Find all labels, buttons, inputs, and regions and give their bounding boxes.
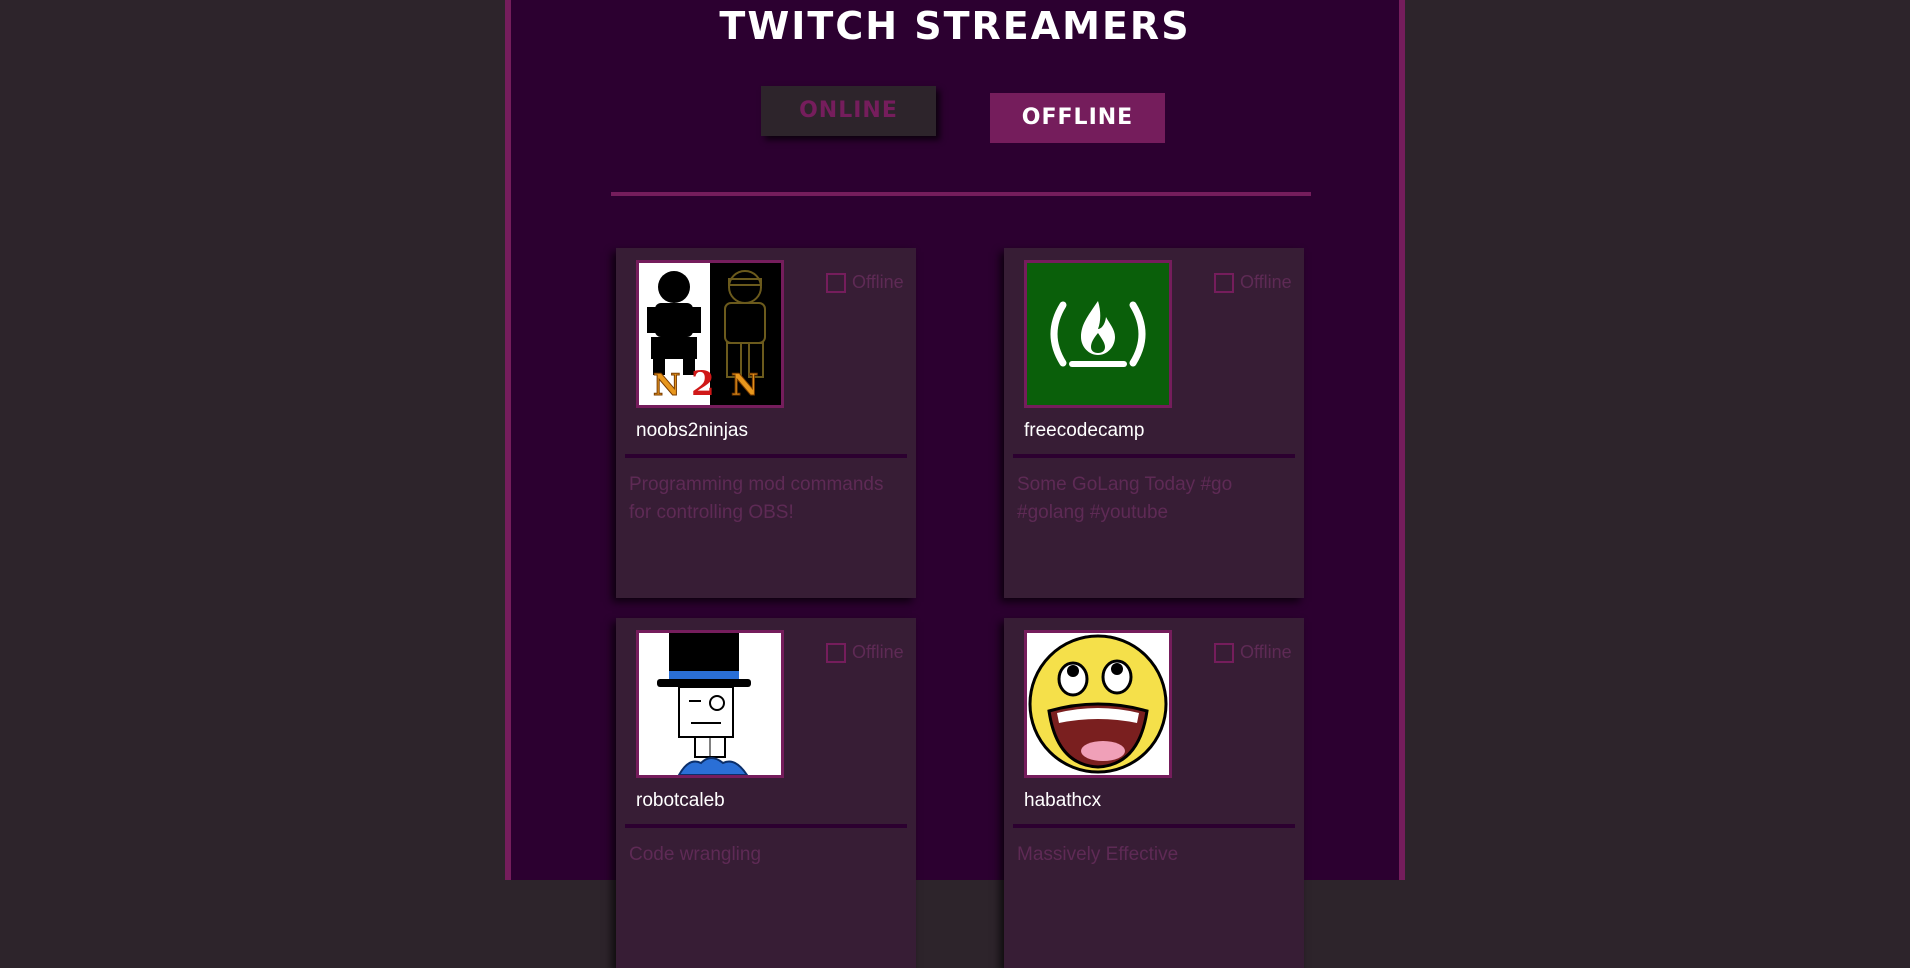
status-label: Offline (1240, 642, 1292, 662)
freecodecamp-logo-icon (1024, 260, 1172, 408)
card-divider (625, 454, 907, 458)
n2n-logo-icon: N 2 N (636, 260, 784, 408)
offline-filter-button[interactable]: OFFLINE (990, 93, 1165, 143)
status-indicator: Offline (826, 272, 904, 293)
svg-text:N: N (731, 368, 758, 403)
status-indicator: Offline (826, 642, 904, 663)
status-label: Offline (852, 272, 904, 292)
online-filter-button[interactable]: ONLINE (761, 86, 936, 136)
robot-top-hat-icon (636, 630, 784, 778)
svg-text:2: 2 (691, 364, 715, 404)
awesome-face-icon (1024, 630, 1172, 778)
streamer-card[interactable]: Offline robotcaleb Code wrangling (616, 618, 916, 968)
svg-text:N: N (653, 368, 680, 403)
stream-description: Some GoLang Today #go #golang #youtube (1017, 474, 1233, 523)
main-container: TWITCH STREAMERS ONLINE OFFLINE N 2 N Of… (505, 0, 1405, 968)
card-divider (625, 824, 907, 828)
status-indicator: Offline (1214, 642, 1292, 663)
status-checkbox[interactable] (1214, 272, 1234, 293)
streamer-name[interactable]: habathcx (1024, 790, 1101, 812)
page-title: TWITCH STREAMERS (719, 4, 1191, 48)
streamer-card[interactable]: Offline freecodecamp Some GoLang Today #… (1004, 248, 1304, 598)
streamer-name[interactable]: robotcaleb (636, 790, 725, 812)
status-checkbox[interactable] (1214, 642, 1234, 663)
status-label: Offline (1240, 272, 1292, 292)
status-label: Offline (852, 642, 904, 662)
stream-description: Massively Effective (1017, 844, 1179, 865)
streamer-name[interactable]: freecodecamp (1024, 420, 1144, 442)
card-divider (1013, 454, 1295, 458)
status-checkbox[interactable] (826, 272, 846, 293)
status-indicator: Offline (1214, 272, 1292, 293)
divider (611, 192, 1311, 196)
streamer-card[interactable]: N 2 N Offline noobs2ninjas Programming m… (616, 248, 916, 598)
card-divider (1013, 824, 1295, 828)
streamer-name[interactable]: noobs2ninjas (636, 420, 748, 442)
stream-description: Code wrangling (629, 844, 762, 865)
status-checkbox[interactable] (826, 642, 846, 663)
streamer-card[interactable]: Offline habathcx Massively Effective (1004, 618, 1304, 968)
stream-description: Programming mod commands for controlling… (629, 474, 884, 523)
